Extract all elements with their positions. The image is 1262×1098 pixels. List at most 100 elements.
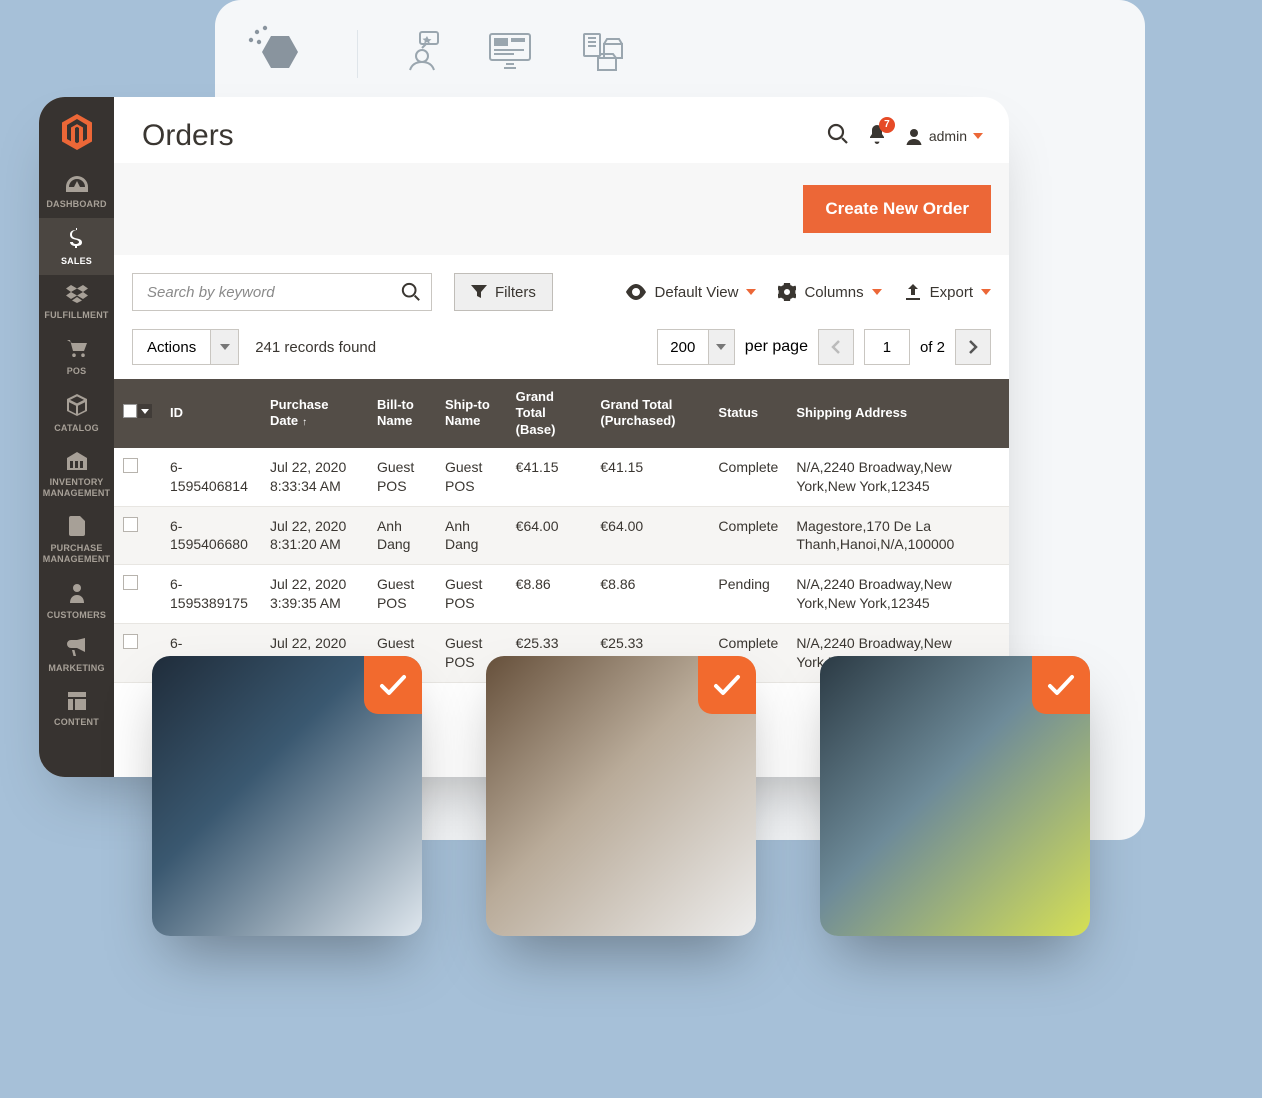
sidebar-item-pos[interactable]: POS [39,329,114,385]
column-header[interactable]: Ship-to Name [436,379,507,448]
dollar-icon [70,228,84,253]
cell-address: Magestore,170 De La Thanh,Hanoi,N/A,1000… [787,506,1009,565]
gear-icon [778,283,796,301]
sidebar-item-purchase-management[interactable]: PURCHASE MANAGEMENT [39,506,114,572]
person-icon [70,583,84,606]
table-row[interactable]: 6-1595406814Jul 22, 2020 8:33:34 AMGuest… [114,448,1009,506]
promo-card-payment [486,656,756,936]
dashboard-gauge-icon [66,176,88,195]
sidebar-item-sales[interactable]: SALES [39,218,114,276]
cell-ship: Guest POS [436,448,507,506]
column-header[interactable]: Grand Total (Purchased) [591,379,709,448]
per-page-select[interactable]: 200 [657,329,735,365]
search-box[interactable] [132,273,432,311]
cell-date: Jul 22, 2020 8:31:20 AM [261,506,368,565]
cell-ship: Anh Dang [436,506,507,565]
column-header[interactable]: Purchase Date↑ [261,379,368,448]
sidebar-item-label: MARKETING [48,663,104,674]
chevron-down-icon [973,133,983,139]
separator [357,30,358,78]
row-checkbox[interactable] [123,634,138,649]
search-input[interactable] [147,284,401,301]
orders-table: IDPurchase Date↑Bill-to NameShip-to Name… [114,379,1009,683]
layout-icon [68,692,86,713]
column-header[interactable]: Shipping Address [787,379,1009,448]
cell-gtb: €8.86 [507,565,592,624]
export-label: Export [930,284,973,301]
row-checkbox[interactable] [123,458,138,473]
columns-dropdown[interactable]: Columns [778,283,881,301]
magento-logo-icon [60,97,94,166]
sidebar-item-label: POS [67,366,87,377]
customer-review-icon [402,30,442,77]
row-checkbox[interactable] [123,517,138,532]
actions-dropdown[interactable]: Actions [132,329,239,365]
next-page-button[interactable] [955,329,991,365]
notification-badge: 7 [879,117,895,133]
cart-icon [66,339,88,362]
inventory-boxes-icon [578,30,626,77]
check-badge [1032,656,1090,714]
sort-asc-icon: ↑ [302,417,307,428]
sidebar-item-catalog[interactable]: CATALOG [39,384,114,442]
actions-label: Actions [133,330,210,364]
cell-status: Complete [709,448,787,506]
default-view-dropdown[interactable]: Default View [625,284,757,301]
row-checkbox[interactable] [123,575,138,590]
funnel-icon [471,285,487,299]
sidebar-item-label: SALES [61,256,92,267]
sidebar-item-marketing[interactable]: MARKETING [39,628,114,682]
export-dropdown[interactable]: Export [904,284,991,301]
sidebar-item-fulfillment[interactable]: FULFILLMENT [39,275,114,329]
chevron-down-icon [708,330,734,364]
per-page-value: 200 [658,330,708,364]
cell-id: 6-1595389175 [161,565,261,624]
search-submit-icon[interactable] [401,282,421,302]
chevron-down-icon [872,289,882,295]
cell-date: Jul 22, 2020 8:33:34 AM [261,448,368,506]
promo-card-warehouse [820,656,1090,936]
dashboard-screen-icon [486,30,534,77]
per-page-label: per page [745,338,808,356]
sidebar-item-label: FULFILLMENT [44,310,108,321]
page-number-input[interactable] [864,329,910,365]
column-header[interactable]: Bill-to Name [368,379,436,448]
header-checkbox[interactable] [114,379,161,448]
column-header[interactable]: ID [161,379,261,448]
table-row[interactable]: 6-1595389175Jul 22, 2020 3:39:35 AM Guest… [114,565,1009,624]
cell-gtb: €64.00 [507,506,592,565]
building-icon [66,452,88,473]
sidebar-item-label: CUSTOMERS [47,610,106,621]
promo-card-pos [152,656,422,936]
create-new-order-button[interactable]: Create New Order [803,185,991,233]
cell-status: Pending [709,565,787,624]
cell-id: 6-1595406680 [161,506,261,565]
sidebar-item-label: DASHBOARD [46,199,106,210]
cell-date: Jul 22, 2020 3:39:35 AM [261,565,368,624]
sidebar-item-customers[interactable]: CUSTOMERS [39,573,114,629]
sidebar-item-inventory-management[interactable]: INVENTORY MANAGEMENT [39,442,114,506]
toolbar-primary: Filters Default View Columns Export [114,273,1009,329]
sidebar-item-dashboard[interactable]: DASHBOARD [39,166,114,218]
column-header[interactable]: Grand Total (Base) [507,379,592,448]
sidebar-item-label: INVENTORY MANAGEMENT [41,477,112,499]
cube-icon [67,394,87,419]
cell-bill: Anh Dang [368,506,436,565]
notification-bell-icon[interactable]: 7 [867,123,887,150]
action-strip: Create New Order [114,163,1009,255]
search-icon[interactable] [827,123,849,150]
check-badge [364,656,422,714]
eye-icon [625,284,647,300]
prev-page-button[interactable] [818,329,854,365]
page-title: Orders [142,119,234,153]
toolbar-secondary: Actions 241 records found 200 per page o… [114,329,1009,379]
filters-button[interactable]: Filters [454,273,553,311]
sidebar-item-label: CONTENT [54,717,99,728]
view-label: Default View [655,284,739,301]
admin-menu[interactable]: admin [905,127,983,145]
cell-ship: Guest POS [436,565,507,624]
table-row[interactable]: 6-1595406680Jul 22, 2020 8:31:20 AMAnh D… [114,506,1009,565]
sidebar-item-content[interactable]: CONTENT [39,682,114,736]
column-header[interactable]: Status [709,379,787,448]
promo-cards-row [152,656,1090,936]
